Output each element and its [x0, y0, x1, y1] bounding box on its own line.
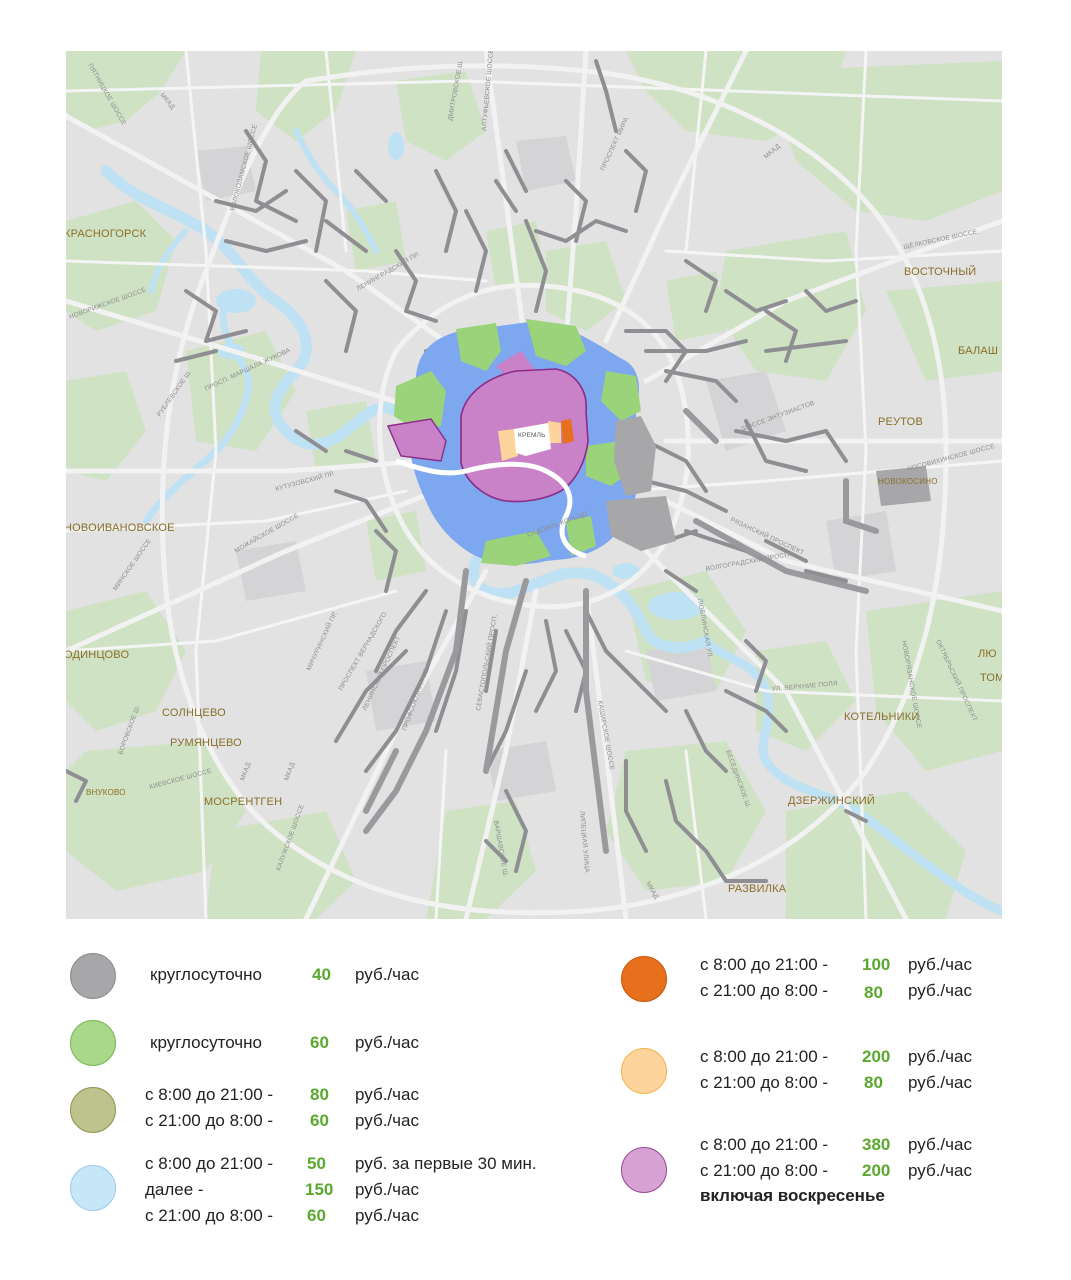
legend-gray-unit: руб./час — [355, 965, 419, 984]
legend-blue-night-text: с 21:00 до 8:00 - — [145, 1206, 274, 1225]
legend-peach-night-price: 80 — [864, 1073, 883, 1092]
legend-blue-next-price: 150 — [305, 1180, 334, 1199]
legend-blue-next-text: далее - — [145, 1180, 204, 1199]
legend-olive-night-text: с 21:00 до 8:00 - — [145, 1111, 274, 1130]
legend-orange-night-price: 80 — [864, 983, 883, 1002]
legend-blue-night-unit: руб./час — [355, 1206, 419, 1225]
legend-olive-day-unit: руб./час — [355, 1085, 419, 1104]
legend-olive-night-price: 60 — [310, 1111, 329, 1130]
legend-peach-night-text: с 21:00 до 8:00 - — [700, 1073, 829, 1092]
legend-blue-day-text: с 8:00 до 21:00 - — [145, 1154, 274, 1173]
place-dzerzhinsky: ДЗЕРЖИНСКИЙ — [788, 794, 875, 807]
legend-orange-day-price: 100 — [862, 955, 891, 974]
legend-orange-day-text: с 8:00 до 21:00 - — [700, 955, 829, 974]
legend-purple-night-unit: руб./час — [908, 1161, 972, 1180]
place-solntsevo: СОЛНЦЕВО — [162, 707, 226, 719]
legend-peach-day-unit: руб./час — [908, 1047, 972, 1066]
legend-swatch-purple — [621, 1147, 667, 1193]
place-mosrentgen: МОСРЕНТГЕН — [204, 796, 282, 808]
legend-peach-night-unit: руб./час — [908, 1073, 972, 1092]
legend-swatch-green — [70, 1020, 116, 1066]
legend-purple-night-text: с 21:00 до 8:00 - — [700, 1161, 829, 1180]
place-vnukovo: ВНУКОВО — [86, 788, 126, 797]
legend-swatch-olive — [70, 1087, 116, 1133]
place-balash: БАЛАШ — [958, 345, 998, 357]
legend-blue-next-unit: руб./час — [355, 1180, 419, 1199]
legend-orange-night-unit: руб./час — [908, 981, 972, 1000]
legend-orange-day-unit: руб./час — [908, 955, 972, 974]
legend-green-price: 60 — [310, 1033, 329, 1052]
legend-purple-day-text: с 8:00 до 21:00 - — [700, 1135, 829, 1154]
parking-zones-map[interactable]: КРАСНОГОРСК ВОСТОЧНЫЙ БАЛАШ РЕУТОВ НОВОК… — [66, 51, 1002, 919]
legend-orange-night-text: с 21:00 до 8:00 - — [700, 981, 829, 1000]
legend-gray-text: круглосуточно — [150, 965, 262, 984]
legend-olive-day-price: 80 — [310, 1085, 329, 1104]
zone-gray-novokosino — [876, 466, 931, 506]
place-razvilka: РАЗВИЛКА — [728, 883, 787, 895]
place-odintsovo: ОДИНЦОВО — [66, 649, 129, 661]
place-novoivanovskoe: НОВОИВАНОВСКОЕ — [66, 522, 175, 534]
legend-green-unit: руб./час — [355, 1033, 419, 1052]
place-lyu: ЛЮ — [978, 648, 997, 660]
legend-olive-day-text: с 8:00 до 21:00 - — [145, 1085, 274, 1104]
legend-swatch-blue — [70, 1165, 116, 1211]
place-rumyantsevo: РУМЯНЦЕВО — [170, 737, 242, 749]
place-krasnogorsk: КРАСНОГОРСК — [66, 228, 147, 240]
place-kotelniki: КОТЕЛЬНИКИ — [844, 711, 920, 723]
legend-gray-price: 40 — [312, 965, 331, 984]
legend-blue-day-price: 50 — [307, 1154, 326, 1173]
legend-peach-day-price: 200 — [862, 1047, 891, 1066]
legend-purple-night-price: 200 — [862, 1161, 891, 1180]
legend-swatch-orange — [621, 956, 667, 1002]
legend-blue-night-price: 60 — [307, 1206, 326, 1225]
legend-peach-day-text: с 8:00 до 21:00 - — [700, 1047, 829, 1066]
legend-blue-day-unit: руб. за первые 30 мин. — [355, 1154, 537, 1173]
place-tom: ТОМ — [980, 672, 1002, 684]
place-vostochny: ВОСТОЧНЫЙ — [904, 265, 976, 278]
legend-purple-day-unit: руб./час — [908, 1135, 972, 1154]
place-reutov: РЕУТОВ — [878, 416, 923, 428]
legend-swatch-gray — [70, 953, 116, 999]
legend-purple-note: включая воскресенье — [700, 1186, 885, 1205]
place-novokosino: НОВОКОСИНО — [878, 477, 938, 486]
legend-olive-night-unit: руб./час — [355, 1111, 419, 1130]
place-kreml: КРЕМЛЬ — [518, 432, 546, 439]
legend-swatch-peach — [621, 1048, 667, 1094]
legend-green-text: круглосуточно — [150, 1033, 262, 1052]
legend-purple-day-price: 380 — [862, 1135, 891, 1154]
